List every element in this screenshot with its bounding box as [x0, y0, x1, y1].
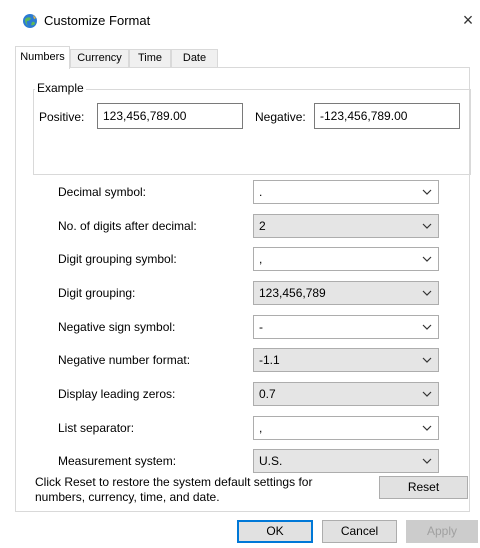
negative-number-format-label: Negative number format:	[58, 353, 191, 367]
chevron-down-icon	[422, 256, 432, 262]
combo-value: U.S.	[259, 454, 283, 468]
negative-number-format-combo[interactable]: -1.1	[253, 348, 439, 372]
list-separator-combo[interactable]: ,	[253, 416, 439, 440]
tab-currency[interactable]: Currency	[70, 49, 129, 68]
tab-label: Time	[137, 52, 163, 64]
digit-grouping-label: Digit grouping:	[58, 286, 136, 300]
digit-grouping-combo[interactable]: 123,456,789	[253, 281, 439, 305]
chevron-down-icon	[422, 425, 432, 431]
combo-value: ,	[259, 421, 263, 435]
chevron-down-icon	[422, 290, 432, 296]
tab-label: Numbers	[20, 51, 65, 63]
positive-label: Positive:	[39, 110, 85, 124]
ok-button[interactable]: OK	[237, 520, 313, 543]
digit-grouping-symbol-label: Digit grouping symbol:	[58, 252, 177, 266]
digits-after-decimal-combo[interactable]: 2	[253, 214, 439, 238]
chevron-down-icon	[422, 189, 432, 195]
combo-value: ,	[259, 252, 263, 266]
tab-date[interactable]: Date	[171, 49, 218, 68]
close-button[interactable]: ×	[458, 10, 478, 30]
chevron-down-icon	[422, 458, 432, 464]
negative-sign-symbol-label: Negative sign symbol:	[58, 320, 176, 334]
tab-numbers[interactable]: Numbers	[15, 46, 70, 69]
reset-hint-text: Click Reset to restore the system defaul…	[35, 475, 313, 504]
combo-value: -1.1	[259, 353, 280, 367]
decimal-symbol-label: Decimal symbol:	[58, 185, 147, 199]
positive-example-field: 123,456,789.00	[97, 103, 243, 129]
negative-example-field: -123,456,789.00	[314, 103, 460, 129]
digits-after-decimal-label: No. of digits after decimal:	[58, 219, 197, 233]
decimal-symbol-combo[interactable]: .	[253, 180, 439, 204]
title-bar: Customize Format ×	[0, 0, 480, 40]
region-globe-icon	[23, 14, 37, 28]
combo-value: 2	[259, 219, 266, 233]
apply-button[interactable]: Apply	[406, 520, 478, 543]
chevron-down-icon	[422, 324, 432, 330]
tab-label: Currency	[77, 52, 122, 64]
negative-sign-symbol-combo[interactable]: -	[253, 315, 439, 339]
measurement-system-label: Measurement system:	[58, 454, 177, 468]
combo-value: -	[259, 320, 263, 334]
chevron-down-icon	[422, 357, 432, 363]
negative-label: Negative:	[255, 110, 306, 124]
combo-value: 0.7	[259, 387, 276, 401]
example-group	[33, 89, 471, 175]
measurement-system-combo[interactable]: U.S.	[253, 449, 439, 473]
tab-time[interactable]: Time	[129, 49, 171, 68]
list-separator-label: List separator:	[58, 421, 135, 435]
combo-value: 123,456,789	[259, 286, 326, 300]
tab-label: Date	[182, 52, 207, 64]
combo-value: .	[259, 185, 263, 199]
display-leading-zeros-combo[interactable]: 0.7	[253, 382, 439, 406]
chevron-down-icon	[422, 391, 432, 397]
example-legend: Example	[35, 81, 86, 95]
close-icon: ×	[462, 10, 474, 30]
reset-button[interactable]: Reset	[379, 476, 468, 499]
cancel-button[interactable]: Cancel	[322, 520, 397, 543]
display-leading-zeros-label: Display leading zeros:	[58, 387, 176, 401]
window-title: Customize Format	[44, 13, 151, 28]
digit-grouping-symbol-combo[interactable]: ,	[253, 247, 439, 271]
chevron-down-icon	[422, 223, 432, 229]
